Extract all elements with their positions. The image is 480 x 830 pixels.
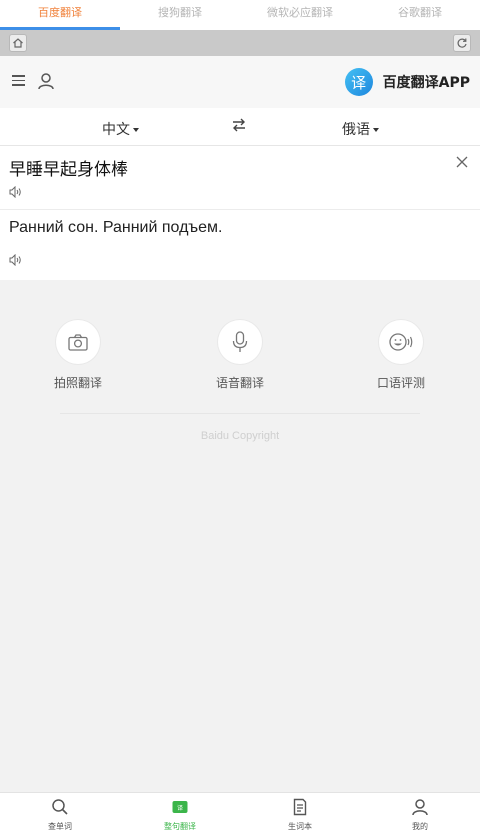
microphone-icon: [232, 331, 248, 352]
tab-sogou[interactable]: 搜狗翻译: [120, 0, 240, 30]
bottom-nav: 查单词 译 整句翻译 生词本 我的: [0, 792, 480, 830]
nav-wordbook[interactable]: 生词本: [240, 793, 360, 830]
source-language-select[interactable]: 中文: [102, 119, 139, 139]
nav-dictionary[interactable]: 查单词: [0, 793, 120, 830]
home-button[interactable]: [9, 34, 27, 52]
speaking-icon: [389, 333, 413, 351]
nav-dictionary-label: 查单词: [48, 822, 72, 830]
nav-wordbook-label: 生词本: [288, 822, 312, 830]
speaking-test-label: 口语评测: [376, 376, 425, 390]
tab-bing[interactable]: 微软必应翻译: [240, 0, 360, 30]
brand-name: 百度翻译APP: [382, 75, 470, 91]
app-header: 译 百度翻译APP: [0, 56, 480, 108]
speaking-test-button[interactable]: 口语评测: [351, 320, 451, 391]
photo-translate-label: 拍照翻译: [53, 376, 102, 390]
chevron-down-icon: [373, 128, 379, 132]
voice-translate-button[interactable]: 语音翻译: [190, 320, 290, 391]
tab-baidu[interactable]: 百度翻译: [0, 0, 120, 30]
clear-input-icon[interactable]: [456, 156, 468, 168]
notebook-icon: [293, 798, 307, 816]
browser-toolbar: [0, 30, 480, 56]
user-icon[interactable]: [37, 72, 55, 90]
chevron-down-icon: [133, 128, 139, 132]
target-language-select[interactable]: 俄语: [342, 119, 379, 139]
target-language-label: 俄语: [342, 122, 370, 138]
source-input-area[interactable]: 早睡早起身体棒: [0, 146, 480, 210]
translation-tools: 拍照翻译 语音翻译 口语评测: [0, 320, 480, 400]
speaker-icon[interactable]: [9, 254, 23, 266]
home-icon: [13, 38, 23, 48]
nav-profile[interactable]: 我的: [360, 793, 480, 830]
source-text[interactable]: 早睡早起身体棒: [9, 155, 128, 180]
speaker-icon[interactable]: [9, 186, 23, 198]
search-icon: [52, 799, 68, 815]
translation-output-area: Ранний сон. Ранний подъем.: [0, 210, 480, 280]
person-icon: [412, 799, 428, 816]
tab-google[interactable]: 谷歌翻译: [360, 0, 480, 30]
divider: [60, 413, 420, 414]
nav-profile-label: 我的: [412, 822, 428, 830]
menu-icon[interactable]: [12, 75, 25, 86]
camera-icon: [68, 333, 88, 351]
source-language-label: 中文: [102, 122, 130, 138]
translate-icon: 译: [172, 801, 188, 813]
svg-text:译: 译: [177, 804, 183, 812]
brand: 译 百度翻译APP: [344, 68, 470, 96]
brand-logo: 译: [344, 68, 373, 96]
photo-translate-button[interactable]: 拍照翻译: [28, 320, 128, 391]
swap-languages-icon[interactable]: [231, 118, 247, 132]
refresh-icon: [457, 38, 467, 48]
refresh-button[interactable]: [453, 34, 471, 52]
translated-text: Ранний сон. Ранний подъем.: [9, 219, 223, 236]
nav-sentence-translate[interactable]: 译 整句翻译: [120, 793, 240, 830]
copyright-text: Baidu Copyright: [200, 430, 280, 442]
engine-tabs: 百度翻译 搜狗翻译 微软必应翻译 谷歌翻译: [0, 0, 480, 30]
nav-sentence-translate-label: 整句翻译: [164, 822, 196, 830]
voice-translate-label: 语音翻译: [215, 376, 264, 390]
